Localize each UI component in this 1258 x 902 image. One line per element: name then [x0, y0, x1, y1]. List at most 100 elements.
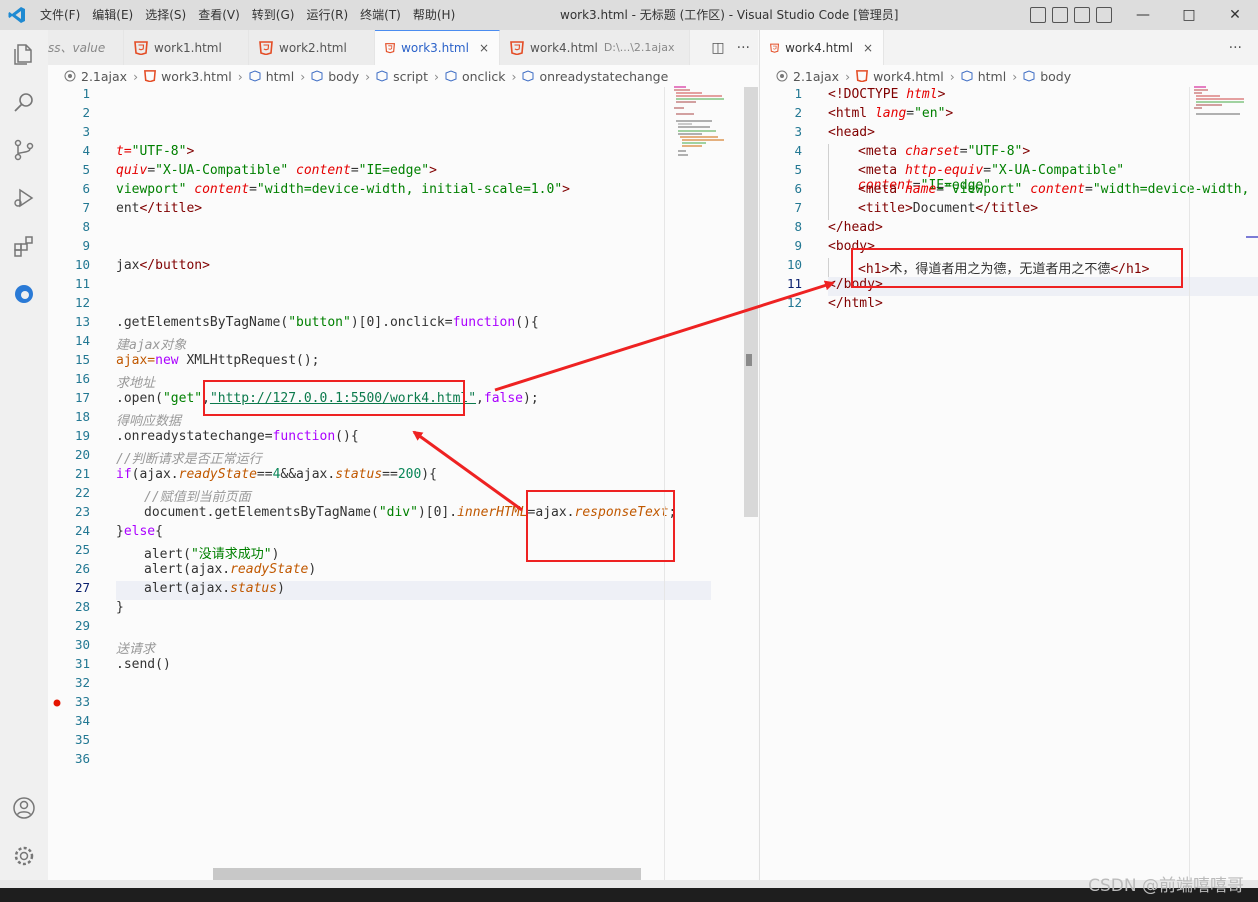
- minimap[interactable]: [672, 85, 732, 165]
- tab-partial[interactable]: ss、value: [48, 30, 124, 65]
- tab-description: D:\...\2.1ajax: [603, 41, 675, 54]
- line-number: 3: [794, 124, 802, 139]
- line-number: 2: [82, 105, 90, 120]
- code-line-28: }: [116, 600, 124, 615]
- line-number: 31: [74, 656, 90, 671]
- tab-label: work2.html: [279, 40, 347, 55]
- explorer-icon[interactable]: [12, 42, 36, 66]
- window-controls: — □ ✕: [1120, 0, 1258, 30]
- editor-actions: ◫ ···: [711, 30, 750, 65]
- tab-work1[interactable]: work1.html: [124, 30, 249, 65]
- editor-actions: ···: [1229, 30, 1242, 65]
- more-actions-icon[interactable]: ···: [737, 40, 750, 56]
- tab-work3[interactable]: work3.html ×: [375, 30, 500, 65]
- search-icon[interactable]: [12, 90, 36, 114]
- line-number: 24: [74, 523, 90, 538]
- line-number: 6: [82, 181, 90, 196]
- minimap[interactable]: [1192, 85, 1252, 165]
- toggle-sidebar-icon[interactable]: [1030, 7, 1046, 23]
- more-actions-icon[interactable]: ···: [1229, 40, 1242, 56]
- close-tab-icon[interactable]: ×: [479, 41, 489, 55]
- line-number: 1: [82, 86, 90, 101]
- breadcrumb-item[interactable]: body: [311, 69, 359, 84]
- code-line-25: alert("没请求成功"): [144, 547, 280, 562]
- vertical-scrollbar[interactable]: [744, 87, 758, 517]
- element-tag-icon: [522, 70, 534, 82]
- run-debug-icon[interactable]: [12, 186, 36, 210]
- code-line-13: .getElementsByTagName("button")[0].oncli…: [116, 315, 539, 330]
- maximize-button[interactable]: □: [1166, 0, 1212, 30]
- activity-bar: [0, 30, 48, 888]
- horizontal-scrollbar[interactable]: [213, 868, 641, 880]
- source-control-icon[interactable]: [12, 138, 36, 162]
- code-line-16: 求地址: [116, 376, 156, 391]
- breadcrumb-item[interactable]: onreadystatechange: [522, 69, 668, 84]
- title-bar: 文件(F) 编辑(E) 选择(S) 查看(V) 转到(G) 运行(R) 终端(T…: [0, 0, 1258, 30]
- menu-view[interactable]: 查看(V): [192, 0, 246, 30]
- menu-help[interactable]: 帮助(H): [407, 0, 461, 30]
- breadcrumb-item[interactable]: html: [961, 69, 1006, 84]
- minimize-button[interactable]: —: [1120, 0, 1166, 30]
- settings-gear-icon[interactable]: [12, 844, 36, 868]
- code-line-7: ent</title>: [116, 201, 203, 216]
- html5-file-icon: [259, 40, 273, 55]
- breadcrumb-item[interactable]: 2.1ajax: [64, 69, 127, 84]
- breadcrumb-item[interactable]: onclick: [445, 69, 505, 84]
- indent-guide: [828, 258, 829, 277]
- breadcrumb-item[interactable]: work3.html: [144, 69, 232, 84]
- breadcrumb-item[interactable]: script: [376, 69, 428, 84]
- line-number: 17: [74, 390, 90, 405]
- code-line-1: <!DOCTYPE html>: [828, 87, 946, 102]
- tab-work2[interactable]: work2.html: [249, 30, 375, 65]
- line-number: 29: [74, 618, 90, 633]
- menu-go[interactable]: 转到(G): [246, 0, 301, 30]
- toggle-panel-icon[interactable]: [1052, 7, 1068, 23]
- line-number: 11: [74, 276, 90, 291]
- close-tab-icon[interactable]: ×: [863, 41, 873, 55]
- line-number: 4: [794, 143, 802, 158]
- line-number: 22: [74, 485, 90, 500]
- tab-work4-right[interactable]: work4.html ×: [760, 30, 884, 65]
- breakpoint-icon[interactable]: [53, 699, 61, 707]
- code-line-4: t="UTF-8">: [116, 144, 195, 159]
- code-line-31: .send(): [116, 657, 171, 672]
- tab-work4[interactable]: work4.html D:\...\2.1ajax: [500, 30, 690, 65]
- breadcrumb-item[interactable]: body: [1023, 69, 1071, 84]
- menu-edit[interactable]: 编辑(E): [86, 0, 139, 30]
- account-icon[interactable]: [12, 796, 36, 820]
- line-number: 11: [786, 276, 802, 291]
- code-editor-right[interactable]: 1 2 3 4 5 6 7 8 9 10 11 12 <!DOCTYPE html> <html la…: [760, 85, 1258, 887]
- split-editor-icon[interactable]: ◫: [711, 40, 724, 56]
- html5-file-icon: [770, 43, 780, 53]
- menu-selection[interactable]: 选择(S): [139, 0, 192, 30]
- line-number: 2: [794, 105, 802, 120]
- code-editor-left[interactable]: 1 2 3 4 5 6 7 8 9 10 11 12 13 14 15 16 17 18 19 20 21 22 23 24 2…: [48, 85, 758, 887]
- code-line-22: //赋值到当前页面: [144, 490, 251, 505]
- code-line-2: <html lang="en">: [828, 106, 954, 121]
- line-number: 27: [74, 580, 90, 595]
- line-number: 3: [82, 124, 90, 139]
- tab-label: work4.html: [530, 40, 598, 55]
- breadcrumb-item[interactable]: work4.html: [856, 69, 944, 84]
- menu-terminal[interactable]: 终端(T): [354, 0, 407, 30]
- toggle-secondary-sidebar-icon[interactable]: [1074, 7, 1090, 23]
- customize-layout-icon[interactable]: [1096, 7, 1112, 23]
- menu-file[interactable]: 文件(F): [34, 0, 86, 30]
- element-tag-icon: [311, 70, 323, 82]
- extensions-icon[interactable]: [12, 234, 36, 258]
- close-window-button[interactable]: ✕: [1212, 0, 1258, 30]
- edge-icon[interactable]: [12, 282, 36, 306]
- breadcrumb-item[interactable]: 2.1ajax: [776, 69, 839, 84]
- line-number: 32: [74, 675, 90, 690]
- element-tag-icon: [445, 70, 457, 82]
- line-number: 14: [74, 333, 90, 348]
- menu-run[interactable]: 运行(R): [300, 0, 354, 30]
- html5-file-icon: [385, 43, 396, 54]
- code-line-27: alert(ajax.status): [144, 581, 285, 596]
- code-line-3: <head>: [828, 125, 875, 140]
- breadcrumb-item[interactable]: html: [249, 69, 294, 84]
- code-line-26: alert(ajax.readyState): [144, 562, 317, 577]
- line-number: 19: [74, 428, 90, 443]
- element-tag-icon: [249, 70, 261, 82]
- line-number: 28: [74, 599, 90, 614]
